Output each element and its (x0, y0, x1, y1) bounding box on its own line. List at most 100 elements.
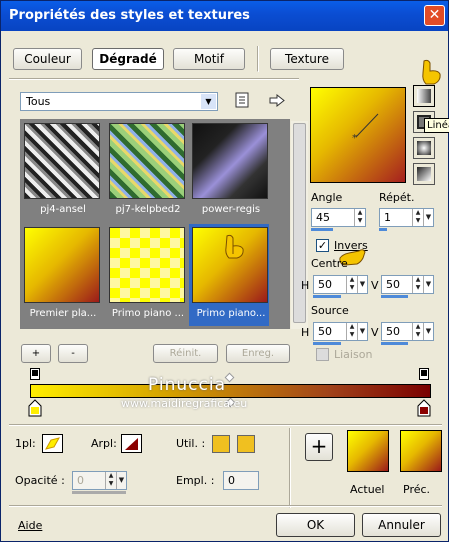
gallery-caption: pj7-kelpbed2 (115, 204, 181, 215)
gradient-bar[interactable] (30, 384, 431, 398)
tab-couleur[interactable]: Couleur (13, 48, 82, 70)
gradient-preview[interactable]: * (310, 87, 406, 183)
tab-degrade[interactable]: Dégradé (92, 48, 164, 70)
source-v-label: V (371, 326, 379, 339)
gradient-thumbnail (24, 227, 100, 303)
user-color-swatch-1[interactable] (212, 435, 230, 453)
gallery-caption: Primo piano ... (111, 308, 185, 319)
tab-texture[interactable]: Texture (270, 48, 344, 70)
fg-stop-marker[interactable] (28, 399, 42, 417)
location-value: 0 (228, 474, 235, 487)
spin-updown-icon[interactable]: ▲ ▼ (412, 323, 423, 340)
user-color-swatch-2[interactable] (237, 435, 255, 453)
gallery-item-selected[interactable]: Primo piano... (189, 224, 269, 326)
centre-h-input[interactable]: 50 ▲ ▼ ▼ (313, 275, 368, 298)
category-dropdown[interactable]: Tous ▼ (20, 92, 218, 111)
sunburst-style-button[interactable] (413, 137, 435, 159)
centre-v-slider[interactable] (381, 295, 408, 298)
centre-v-input[interactable]: 50 ▲ ▼ ▼ (381, 275, 434, 298)
angle-value: 45 (316, 211, 330, 224)
tab-motif[interactable]: Motif (173, 48, 245, 70)
source-v-input[interactable]: 50 ▲ ▼ ▼ (381, 322, 434, 345)
repeat-slider[interactable] (379, 228, 387, 231)
gallery-item[interactable]: power-regis (189, 120, 269, 222)
opacity-slider[interactable] (72, 491, 126, 494)
centre-v-label: V (371, 279, 379, 292)
chevron-down-icon[interactable]: ▼ (423, 323, 433, 340)
link-checkbox[interactable] (316, 348, 329, 361)
previous-swatch[interactable] (400, 430, 442, 472)
chevron-down-icon[interactable]: ▼ (357, 323, 367, 340)
help-link[interactable]: Aide (18, 519, 42, 532)
chevron-down-icon[interactable]: ▼ (116, 472, 126, 489)
chevron-down-icon: ▼ (201, 94, 216, 109)
gradient-thumbnail (109, 227, 185, 303)
gradient-thumbnail (24, 123, 100, 199)
separator (9, 78, 299, 80)
gallery-item[interactable]: pj4-ansel (21, 120, 101, 222)
repeat-input[interactable]: 1 ▲ ▼ ▼ (379, 208, 434, 231)
scrollbar-thumb[interactable] (293, 123, 306, 323)
bg-label: Arpl: (91, 437, 117, 450)
resource-manager-icon[interactable] (235, 92, 250, 108)
title-bar: Propriétés des styles et textures ✕ (1, 1, 448, 31)
centre-v-value: 50 (386, 278, 400, 291)
midpoint-handle[interactable] (224, 372, 235, 383)
watermark-text: Pinuccia (148, 375, 226, 395)
separator (289, 428, 291, 508)
spin-updown-icon[interactable]: ▲ ▼ (412, 209, 423, 226)
gallery-item[interactable]: pj7-kelpbed2 (106, 120, 186, 222)
angle-label: Angle (311, 191, 343, 204)
invert-checkbox[interactable]: ✓ (316, 239, 329, 252)
source-h-input[interactable]: 50 ▲ ▼ ▼ (313, 322, 368, 345)
source-h-label: H (301, 326, 310, 339)
opacity-input[interactable]: 0 ▲ ▼ ▼ (72, 471, 127, 494)
add-gradient-button[interactable]: + (21, 344, 51, 363)
angle-input[interactable]: 45 ▲ ▼ (311, 208, 366, 231)
close-button[interactable]: ✕ (424, 5, 445, 26)
save-button[interactable]: Enreg. (226, 344, 290, 363)
reset-button[interactable]: Réinit. (153, 344, 218, 363)
spin-updown-icon[interactable]: ▲ ▼ (412, 276, 423, 293)
arrow-right-icon[interactable] (269, 94, 285, 107)
chevron-down-icon[interactable]: ▼ (423, 209, 433, 226)
centre-h-slider[interactable] (313, 295, 341, 298)
separator (9, 505, 442, 507)
source-v-slider[interactable] (381, 342, 408, 345)
fg-stop-top-marker[interactable] (30, 368, 40, 380)
gallery-item[interactable]: Premier pla... (21, 224, 101, 326)
radial-style-button[interactable] (413, 163, 435, 185)
separator (9, 424, 442, 426)
gradient-thumbnail (192, 123, 268, 199)
chevron-down-icon[interactable]: ▼ (357, 276, 367, 293)
angle-handle-icon[interactable]: * (311, 88, 407, 184)
bg-stop-marker[interactable] (417, 399, 431, 417)
source-h-value: 50 (318, 325, 332, 338)
spin-updown-icon[interactable]: ▲ ▼ (346, 323, 357, 340)
spin-updown-icon[interactable]: ▲ ▼ (346, 276, 357, 293)
gallery-caption: Primo piano... (196, 308, 266, 319)
gallery-caption: Premier pla... (29, 308, 97, 319)
current-label: Actuel (350, 483, 385, 496)
current-swatch[interactable] (347, 430, 389, 472)
chevron-down-icon[interactable]: ▼ (423, 276, 433, 293)
linear-style-button[interactable] (413, 85, 435, 107)
tab-divider (257, 46, 259, 72)
location-input[interactable]: 0 (223, 471, 259, 490)
bg-swatch[interactable] (121, 434, 142, 453)
gallery-scrollbar[interactable] (291, 121, 308, 329)
fg-swatch[interactable] (42, 434, 63, 453)
source-h-slider[interactable] (313, 342, 341, 345)
remove-gradient-button[interactable]: - (58, 344, 88, 363)
gallery-item[interactable]: Primo piano ... (106, 224, 186, 326)
ok-button[interactable]: OK (276, 513, 355, 537)
cancel-button[interactable]: Annuler (362, 513, 441, 537)
bg-stop-top-marker[interactable] (419, 368, 429, 380)
repeat-label: Répét. (379, 191, 415, 204)
fg-label: 1pl: (15, 437, 36, 450)
spin-updown-icon[interactable]: ▲ ▼ (354, 209, 365, 226)
angle-slider[interactable] (311, 228, 333, 231)
spin-updown-icon[interactable]: ▲ ▼ (105, 472, 116, 489)
add-to-swatches-button[interactable]: + (305, 433, 333, 461)
repeat-value: 1 (384, 211, 391, 224)
